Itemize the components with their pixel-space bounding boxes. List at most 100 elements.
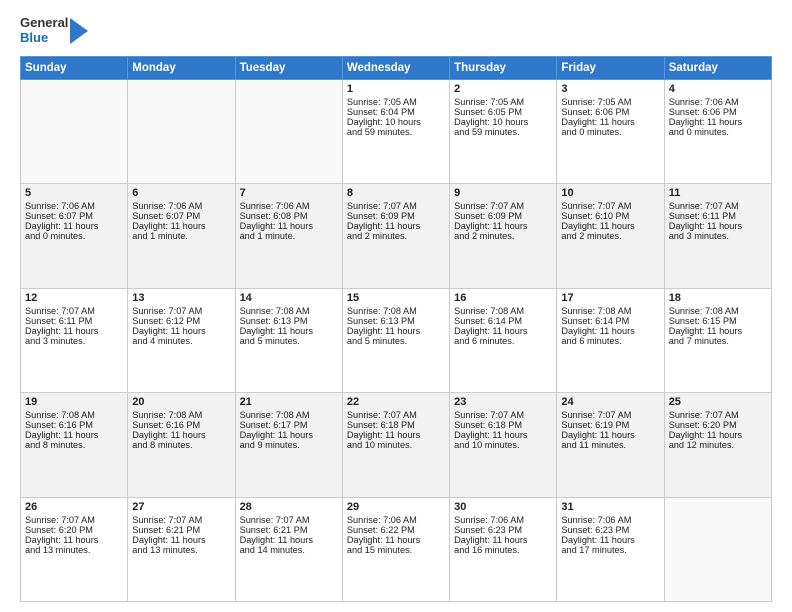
calendar-cell: 20 Sunrise: 7:08 AMSunset: 6:16 PMDayligh… [128, 393, 235, 497]
calendar-body: 1Sunrise: 7:05 AMSunset: 6:04 PMDaylight… [21, 79, 772, 601]
calendar-week-2: 5Sunrise: 7:06 AMSunset: 6:07 PMDaylight… [21, 184, 772, 288]
day-number: 25 [669, 396, 767, 408]
day-number: 17 [561, 292, 659, 304]
calendar-cell [21, 79, 128, 183]
day-info-line: and 0 minutes. [25, 231, 123, 241]
day-info-line: and 3 minutes. [669, 231, 767, 241]
day-info-line: Sunrise: 7:08 AM [561, 306, 659, 316]
day-info-line: and 12 minutes. [669, 440, 767, 450]
day-info-line: and 7 minutes. [669, 336, 767, 346]
day-info-line: Daylight: 11 hours [347, 535, 445, 545]
day-info-line: Daylight: 11 hours [240, 326, 338, 336]
day-info-line: and 13 minutes. [25, 545, 123, 555]
day-info-line: Sunrise: 7:07 AM [347, 201, 445, 211]
day-number: 21 [240, 396, 338, 408]
day-info-line: Sunrise: 7:07 AM [669, 201, 767, 211]
logo: General Blue [20, 16, 88, 46]
calendar-table: SundayMondayTuesdayWednesdayThursdayFrid… [20, 56, 772, 602]
calendar-cell: 13Sunrise: 7:07 AMSunset: 6:12 PMDayligh… [128, 288, 235, 392]
day-info-line: Sunset: 6:06 PM [561, 107, 659, 117]
day-info-line: and 1 minute. [132, 231, 230, 241]
day-info-line: Sunrise: 7:07 AM [132, 306, 230, 316]
day-info-line: Sunset: 6:20 PM [25, 525, 123, 535]
day-info-line: and 4 minutes. [132, 336, 230, 346]
day-info-line: Sunset: 6:12 PM [132, 316, 230, 326]
day-info-line: Daylight: 11 hours [347, 430, 445, 440]
calendar-week-4: 19Sunrise: 7:08 AMSunset: 6:16 PMDayligh… [21, 393, 772, 497]
day-info-line: Sunset: 6:14 PM [454, 316, 552, 326]
calendar-cell: 22Sunrise: 7:07 AMSunset: 6:18 PMDayligh… [342, 393, 449, 497]
logo-triangle [70, 18, 88, 44]
day-info-line: Sunrise: 7:07 AM [561, 201, 659, 211]
day-info-line: Sunset: 6:17 PM [240, 420, 338, 430]
calendar-cell: 3Sunrise: 7:05 AMSunset: 6:06 PMDaylight… [557, 79, 664, 183]
calendar-cell: 29Sunrise: 7:06 AMSunset: 6:22 PMDayligh… [342, 497, 449, 601]
day-info-line: Sunrise: 7:06 AM [132, 201, 230, 211]
day-number: 5 [25, 187, 123, 199]
day-header-tuesday: Tuesday [235, 56, 342, 79]
day-info-line: Sunset: 6:08 PM [240, 211, 338, 221]
day-info-line: Sunset: 6:18 PM [347, 420, 445, 430]
calendar-cell: 18Sunrise: 7:08 AMSunset: 6:15 PMDayligh… [664, 288, 771, 392]
day-info-line: Sunrise: 7:08 AM [669, 306, 767, 316]
day-info-line: Sunset: 6:19 PM [561, 420, 659, 430]
day-info-line: Sunrise: 7:08 AM [132, 410, 230, 420]
day-info-line: Daylight: 11 hours [669, 430, 767, 440]
calendar-cell: 1Sunrise: 7:05 AMSunset: 6:04 PMDaylight… [342, 79, 449, 183]
calendar-cell: 12Sunrise: 7:07 AMSunset: 6:11 PMDayligh… [21, 288, 128, 392]
calendar-cell: 26Sunrise: 7:07 AMSunset: 6:20 PMDayligh… [21, 497, 128, 601]
day-number: 27 [132, 501, 230, 513]
day-info-line: Sunset: 6:21 PM [132, 525, 230, 535]
calendar-week-3: 12Sunrise: 7:07 AMSunset: 6:11 PMDayligh… [21, 288, 772, 392]
day-info-line: and 13 minutes. [132, 545, 230, 555]
calendar-week-1: 1Sunrise: 7:05 AMSunset: 6:04 PMDaylight… [21, 79, 772, 183]
day-info-line: Sunrise: 7:07 AM [240, 515, 338, 525]
calendar-cell: 30Sunrise: 7:06 AMSunset: 6:23 PMDayligh… [450, 497, 557, 601]
day-info-line: Daylight: 11 hours [132, 430, 230, 440]
day-info-line: and 59 minutes. [454, 127, 552, 137]
day-info-line: and 17 minutes. [561, 545, 659, 555]
calendar-cell: 10Sunrise: 7:07 AMSunset: 6:10 PMDayligh… [557, 184, 664, 288]
day-info-line: Sunset: 6:07 PM [132, 211, 230, 221]
day-info-line: Sunset: 6:16 PM [25, 420, 123, 430]
day-info-line: Daylight: 11 hours [561, 221, 659, 231]
calendar-cell [235, 79, 342, 183]
day-number: 18 [669, 292, 767, 304]
day-info-line: Sunrise: 7:07 AM [454, 410, 552, 420]
day-info-line: Daylight: 11 hours [347, 221, 445, 231]
day-info-line: Daylight: 10 hours [454, 117, 552, 127]
day-info-line: Sunset: 6:06 PM [669, 107, 767, 117]
day-info-line: and 59 minutes. [347, 127, 445, 137]
day-info-line: Daylight: 11 hours [454, 326, 552, 336]
day-info-line: and 11 minutes. [561, 440, 659, 450]
day-info-line: Sunrise: 7:06 AM [561, 515, 659, 525]
day-info-line: Sunset: 6:04 PM [347, 107, 445, 117]
day-info-line: Sunset: 6:09 PM [347, 211, 445, 221]
day-number: 20 [132, 396, 230, 408]
day-info-line: and 6 minutes. [561, 336, 659, 346]
calendar-cell: 17Sunrise: 7:08 AMSunset: 6:14 PMDayligh… [557, 288, 664, 392]
day-header-thursday: Thursday [450, 56, 557, 79]
day-info-line: Sunset: 6:21 PM [240, 525, 338, 535]
day-info-line: Sunrise: 7:07 AM [25, 515, 123, 525]
day-info-line: Daylight: 11 hours [132, 221, 230, 231]
day-info-line: and 15 minutes. [347, 545, 445, 555]
calendar-cell: 11Sunrise: 7:07 AMSunset: 6:11 PMDayligh… [664, 184, 771, 288]
calendar-cell: 16Sunrise: 7:08 AMSunset: 6:14 PMDayligh… [450, 288, 557, 392]
day-header-monday: Monday [128, 56, 235, 79]
day-number: 2 [454, 83, 552, 95]
day-info-line: Sunset: 6:16 PM [132, 420, 230, 430]
day-info-line: Sunrise: 7:07 AM [561, 410, 659, 420]
calendar-cell: 24Sunrise: 7:07 AMSunset: 6:19 PMDayligh… [557, 393, 664, 497]
day-info-line: Daylight: 11 hours [561, 535, 659, 545]
day-number: 6 [132, 187, 230, 199]
day-info-line: Daylight: 11 hours [669, 326, 767, 336]
day-info-line: Daylight: 11 hours [132, 535, 230, 545]
day-info-line: and 5 minutes. [240, 336, 338, 346]
day-number: 9 [454, 187, 552, 199]
day-info-line: Daylight: 11 hours [25, 430, 123, 440]
day-info-line: and 8 minutes. [25, 440, 123, 450]
day-info-line: Sunset: 6:09 PM [454, 211, 552, 221]
day-info-line: Daylight: 11 hours [347, 326, 445, 336]
day-info-line: Sunset: 6:23 PM [561, 525, 659, 535]
